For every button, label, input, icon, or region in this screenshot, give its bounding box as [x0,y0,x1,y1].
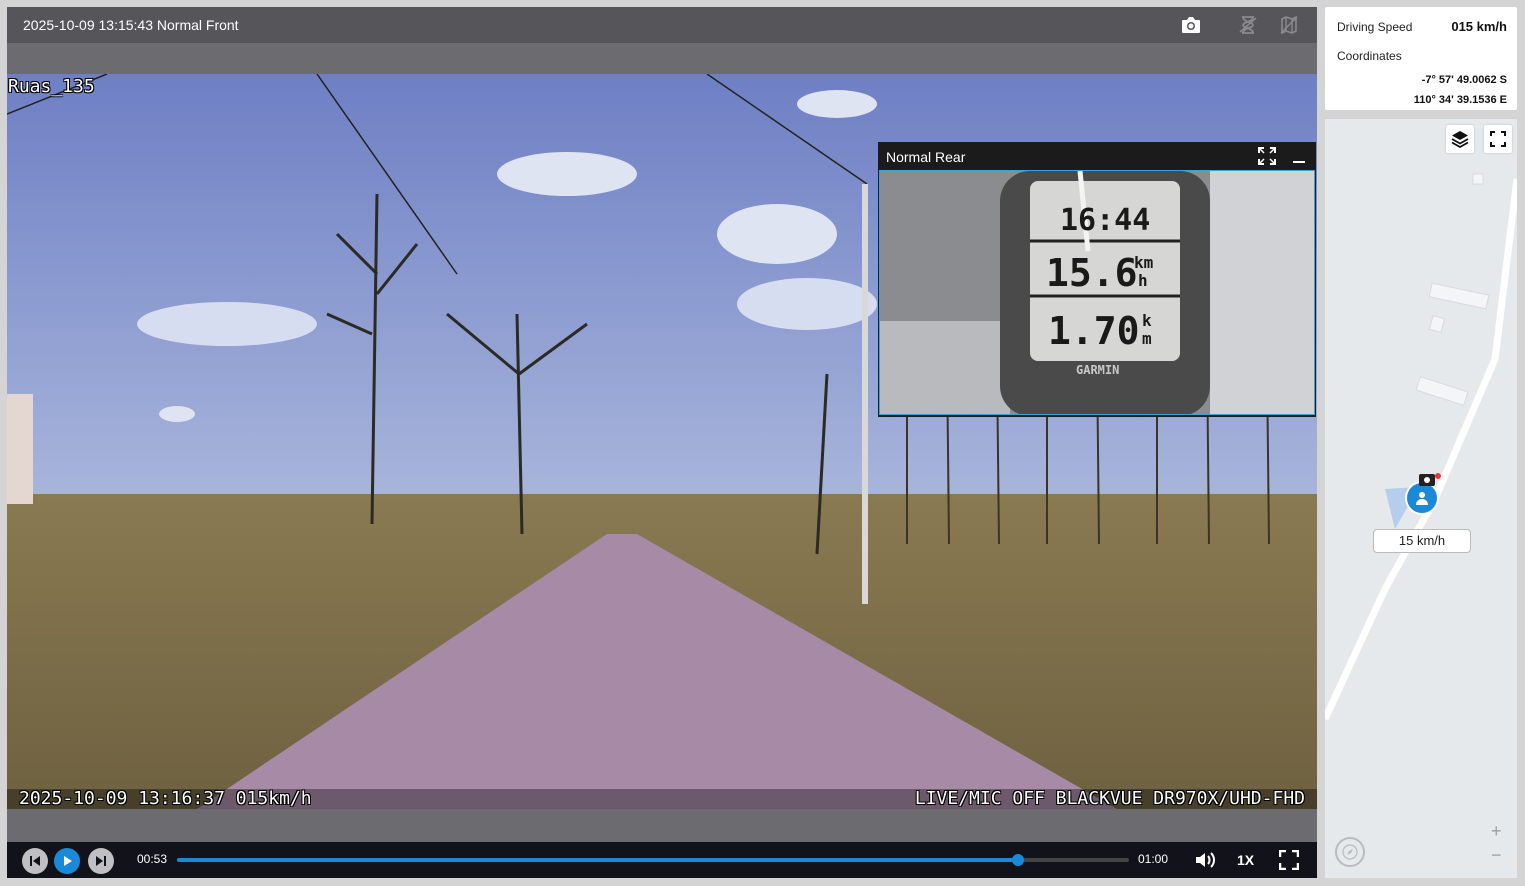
current-time: 00:53 [137,852,168,866]
duration: 01:00 [1138,852,1169,866]
layers-button[interactable] [1446,125,1474,153]
progress-handle[interactable] [1011,854,1024,866]
previous-frame-button[interactable] [22,848,48,874]
timestamp-overlay: 2025-10-09 13:16:37 015km/h [19,788,312,809]
progress-bar[interactable] [177,854,1129,866]
play-button[interactable] [54,848,80,874]
map-speed-tag: 15 km/h [1373,529,1471,553]
longitude-value: 110° 34' 39.1536 E [1413,94,1507,106]
map-off-icon[interactable] [1277,13,1301,37]
player-title: 2025-10-09 13:15:43 Normal Front [23,17,239,33]
fullscreen-icon[interactable] [1278,849,1300,875]
expand-icon [1490,131,1506,147]
next-frame-button[interactable] [88,848,114,874]
expand-icon[interactable] [1258,147,1276,170]
camera-badge-icon [1419,472,1441,491]
driving-speed-value: 015 km/h [1451,19,1507,34]
zoom-out-button[interactable]: − [1491,845,1502,866]
channel-name: Ruas_135 [8,76,95,97]
minimize-icon[interactable] [1292,147,1306,170]
hourglass-icon[interactable] [1236,13,1260,37]
playback-controls: 00:53 01:00 1X [7,842,1317,878]
layers-icon [1451,131,1469,148]
gps-speed: 15.6 [1046,251,1138,295]
compass-icon [1342,844,1358,860]
map-view[interactable]: 15 km/h + − [1325,119,1517,878]
pip-label: Normal Rear [886,149,966,165]
volume-icon[interactable] [1194,850,1216,875]
gps-speed-unit-bottom: h [1138,271,1148,290]
video-player: 2025-10-09 13:15:43 Normal Front Ruas_13… [7,7,1317,878]
pip-header: Normal Rear [878,142,1316,170]
front-camera-video[interactable]: Ruas_135 2025-10-09 13:16:37 015km/h LIV… [7,74,1317,809]
latitude-value: -7° 57' 49.0062 S [1421,74,1507,86]
device-overlay: LIVE/MIC OFF BLACKVUE DR970X/UHD-FHD [914,788,1305,809]
player-topbar: 2025-10-09 13:15:43 Normal Front [7,7,1317,43]
gps-distance-unit-top: k [1142,311,1152,330]
gps-distance: 1.70 [1048,309,1140,353]
gps-speed-unit-top: km [1134,253,1154,272]
camera-icon[interactable] [1179,13,1203,37]
driving-speed-label: Driving Speed [1337,20,1413,34]
compass-button[interactable] [1335,837,1365,867]
gps-clock: 16:44 [1060,203,1151,238]
map-fullscreen-button[interactable] [1484,125,1512,153]
gps-brand: GARMIN [1076,363,1120,377]
coordinates-label: Coordinates [1337,49,1402,63]
user-icon [1416,492,1428,505]
zoom-in-button[interactable]: + [1491,821,1502,842]
gps-distance-unit-bottom: m [1142,329,1152,348]
progress-fill [177,858,1018,862]
playback-rate-button[interactable]: 1X [1237,852,1254,868]
rear-camera-pip[interactable]: Normal Rear 16:44 15.6 km h 1.70 k m GAR… [878,142,1316,417]
pip-video: 16:44 15.6 km h 1.70 k m GARMIN [879,170,1315,415]
driving-info-panel: Driving Speed 015 km/h Coordinates -7° 5… [1325,7,1517,110]
